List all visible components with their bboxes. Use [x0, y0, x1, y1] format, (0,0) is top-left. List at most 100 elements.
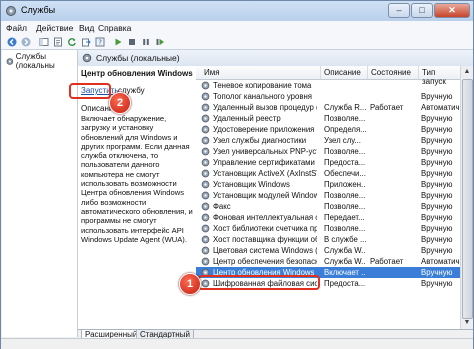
service-state: Работает [370, 103, 404, 112]
table-row[interactable]: Установщик модулей Windows Позволяе... Вру… [196, 190, 460, 201]
service-name: Хост библиотеки счетчика про... [213, 224, 317, 233]
service-name: Установщик модулей Windows [213, 191, 317, 200]
service-startup-type: Вручную [421, 268, 453, 277]
service-description-cell: Позволяе... [324, 191, 366, 200]
service-startup-type: Вручную [421, 235, 453, 244]
vertical-scrollbar[interactable]: ▲ ▼ [460, 66, 473, 329]
service-gear-icon [201, 191, 210, 200]
menu-view[interactable]: Вид [79, 23, 94, 33]
table-row[interactable]: Удостоверение приложения Определя... Вручн… [196, 124, 460, 135]
step-badge-2: 2 [109, 92, 131, 114]
service-state: Работает [370, 257, 404, 266]
console-tree: Службы (локальны [2, 50, 78, 337]
menu-file[interactable]: Файл [6, 23, 27, 33]
service-description-cell: Служба W... [324, 246, 366, 255]
service-description-cell: Узел слу... [324, 136, 361, 145]
service-name: Факс [213, 202, 231, 211]
service-description-cell: Предоста... [324, 279, 366, 288]
service-gear-icon [201, 158, 210, 167]
service-name: Узел универсальных PNP-устрой... [213, 147, 317, 156]
service-startup-type: Вручную [421, 180, 453, 189]
stop-icon[interactable] [126, 36, 138, 47]
service-title: Центр обновления Windows [81, 69, 193, 78]
table-row[interactable]: Теневое копирование тома [196, 80, 460, 91]
service-name: Тополог канального уровня [213, 92, 313, 101]
help-icon[interactable]: ? [94, 36, 106, 47]
refresh-icon[interactable] [66, 36, 78, 47]
service-gear-icon [201, 224, 210, 233]
table-row[interactable]: Управление сертификатами и кл... Предоста… [196, 157, 460, 168]
service-description-cell: Приложен... [324, 180, 366, 189]
service-startup-type: Автоматич... [421, 257, 460, 266]
back-icon[interactable] [6, 36, 18, 47]
table-row[interactable]: Цветовая система Windows (WCS) Служба W..… [196, 245, 460, 256]
service-gear-icon [201, 169, 210, 178]
maximize-button[interactable]: □ [411, 3, 433, 18]
export-icon[interactable] [80, 36, 92, 47]
table-row[interactable]: Хост поставщика функции обна... В службе … [196, 234, 460, 245]
service-name: Хост поставщика функции обна... [213, 235, 317, 244]
service-description-cell: Позволяе... [324, 147, 366, 156]
restart-icon[interactable] [154, 36, 166, 47]
menu-action[interactable]: Действие [36, 23, 73, 33]
table-row[interactable]: Узел службы диагностики Узел слу... Вручну… [196, 135, 460, 146]
service-startup-type: Вручную [421, 202, 453, 211]
play-icon[interactable] [112, 36, 124, 47]
service-gear-icon [201, 235, 210, 244]
table-row[interactable]: Установщик Windows Приложен... Вручную [196, 179, 460, 190]
column-state[interactable]: Состояние [371, 68, 411, 77]
service-description-cell: В службе ... [324, 235, 366, 244]
services-header-icon [82, 53, 92, 63]
menu-help[interactable]: Справка [98, 23, 131, 33]
service-startup-type: Вручную [421, 213, 453, 222]
table-row[interactable]: Установщик ActiveX (AxInstSV) Обеспечи...… [196, 168, 460, 179]
table-row[interactable]: Тополог канального уровня Вручную [196, 91, 460, 102]
service-name: Удаленный вызов процедур (RP... [213, 103, 317, 112]
service-startup-type: Вручную [421, 136, 453, 145]
service-name: Цветовая система Windows (WCS) [213, 246, 317, 255]
service-description-cell: Предоста... [324, 158, 366, 167]
properties-icon[interactable] [52, 36, 64, 47]
table-row[interactable]: Хост библиотеки счетчика про... Позволяе.… [196, 223, 460, 234]
service-startup-type: Вручную [421, 191, 453, 200]
service-description-cell: Определя... [324, 125, 366, 134]
table-row[interactable]: Узел универсальных PNP-устрой... Позволяе… [196, 146, 460, 157]
service-name: Удостоверение приложения [213, 125, 315, 134]
scroll-up-arrow[interactable]: ▲ [461, 66, 473, 78]
service-gear-icon [201, 147, 210, 156]
menu-bar: Файл Действие Вид Справка [1, 21, 473, 35]
service-gear-icon [201, 81, 210, 90]
column-name[interactable]: Имя [204, 68, 220, 77]
table-row[interactable]: Фоновая интеллектуальная слу... Передает.… [196, 212, 460, 223]
scroll-thumb[interactable] [462, 79, 473, 319]
service-gear-icon [201, 202, 210, 211]
service-gear-icon [201, 246, 210, 255]
tree-item-label: Службы (локальны [15, 52, 55, 70]
service-gear-icon [201, 213, 210, 222]
console-tree-icon[interactable] [38, 36, 50, 47]
service-startup-type: Вручную [421, 158, 453, 167]
service-gear-icon [201, 125, 210, 134]
column-description[interactable]: Описание [324, 68, 361, 77]
scroll-down-arrow[interactable]: ▼ [461, 317, 473, 329]
table-row[interactable]: Факс Позволяе... Вручную [196, 201, 460, 212]
service-description-cell: Служба R... [324, 103, 366, 112]
service-name: Установщик Windows [213, 180, 290, 189]
table-row[interactable]: Удаленный вызов процедур (RP... Служба R.… [196, 102, 460, 113]
forward-icon[interactable] [20, 36, 32, 47]
service-description-cell: Служба W... [324, 257, 366, 266]
close-button[interactable]: ✕ [434, 3, 470, 18]
service-gear-icon [201, 92, 210, 101]
title-bar[interactable]: Службы – □ ✕ [1, 1, 473, 21]
pause-icon[interactable] [140, 36, 152, 47]
service-startup-type: Вручную [421, 279, 453, 288]
service-description-cell: Позволяе... [324, 202, 366, 211]
tree-item-services[interactable]: Службы (локальны [6, 52, 77, 70]
table-row[interactable]: Центр обеспечения безопаснос... Служба W.… [196, 256, 460, 267]
extended-description-pane: Центр обновления Windows Запустить служб… [78, 66, 197, 337]
table-row[interactable]: Удаленный реестр Позволяе... Вручную [196, 113, 460, 124]
panel-header: Службы (локальные) [78, 50, 473, 67]
minimize-button[interactable]: – [388, 3, 410, 18]
service-startup-type: Вручную [421, 125, 453, 134]
service-gear-icon [201, 136, 210, 145]
